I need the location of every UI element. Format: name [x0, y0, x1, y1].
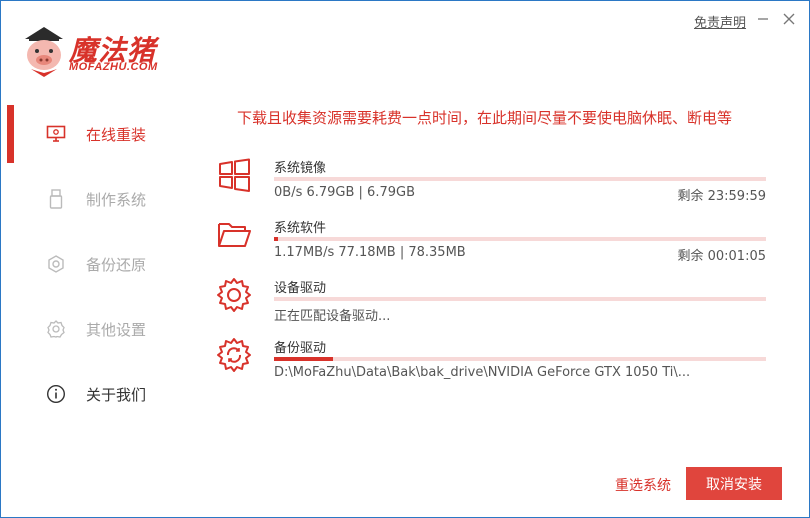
- task-remaining: 剩余 23:59:59: [677, 189, 766, 204]
- task-name: 系统软件: [274, 221, 327, 236]
- sidebar-item-label: 其他设置: [86, 320, 147, 339]
- close-button[interactable]: [777, 7, 801, 31]
- task-detail: 1.17MB/s 77.18MB | 78.35MB: [274, 245, 466, 260]
- brand-subtitle: MOFAZHU.COM: [69, 61, 158, 73]
- task-name: 系统镜像: [274, 161, 327, 176]
- usb-icon: [45, 188, 67, 210]
- disclaimer-link[interactable]: 免责声明: [694, 12, 746, 31]
- task-backup-driver: 备份驱动 D:\MoFaZhu\Data\Bak\bak_drive\NVIDI…: [215, 336, 775, 396]
- progress-fill: [274, 357, 334, 361]
- task-detail: D:\MoFaZhu\Data\Bak\bak_drive\NVIDIA GeF…: [274, 365, 691, 380]
- minimize-icon: [758, 18, 768, 20]
- cancel-install-button[interactable]: 取消安装: [686, 467, 782, 500]
- sidebar-item-online-reinstall[interactable]: 在线重装: [1, 105, 201, 163]
- pig-mascot-icon: [25, 27, 63, 77]
- task-name: 备份驱动: [274, 341, 327, 356]
- gear-icon: [45, 318, 67, 340]
- task-device-driver: 设备驱动 正在匹配设备驱动...: [215, 276, 775, 336]
- backup-driver-icon: [217, 338, 251, 372]
- monitor-icon: [45, 123, 67, 145]
- progress-track: [274, 237, 766, 241]
- task-detail: 0B/s 6.79GB | 6.79GB: [274, 185, 415, 200]
- installer-window: 魔法猪 MOFAZHU.COM 免责声明 在线重装 制作系统 备份还原 其他设置…: [0, 0, 810, 518]
- task-system-image: 系统镜像 0B/s 6.79GB | 6.79GB 剩余 23:59:59: [215, 156, 775, 216]
- task-detail: 正在匹配设备驱动...: [274, 309, 391, 324]
- task-system-software: 系统软件 1.17MB/s 77.18MB | 78.35MB 剩余 00:01…: [215, 216, 775, 276]
- sidebar-item-about-us[interactable]: 关于我们: [1, 365, 201, 423]
- sidebar-item-other-settings[interactable]: 其他设置: [1, 300, 201, 358]
- windows-icon: [219, 158, 250, 192]
- minimize-button[interactable]: [751, 7, 775, 31]
- sidebar-item-label: 关于我们: [86, 385, 147, 404]
- brand-logo: 魔法猪 MOFAZHU.COM: [21, 25, 191, 79]
- task-name: 设备驱动: [274, 281, 327, 296]
- close-icon: [783, 13, 795, 25]
- active-indicator: [7, 105, 14, 163]
- backup-icon: [45, 253, 67, 275]
- progress-track: [274, 357, 766, 361]
- progress-track: [274, 297, 766, 301]
- sidebar-item-backup-restore[interactable]: 备份还原: [1, 235, 201, 293]
- device-driver-icon: [217, 278, 251, 312]
- progress-fill: [274, 237, 278, 241]
- sidebar-item-label: 在线重装: [86, 125, 147, 144]
- sidebar-item-make-system[interactable]: 制作系统: [1, 170, 201, 228]
- sidebar-item-label: 制作系统: [86, 190, 147, 209]
- progress-track: [274, 177, 766, 181]
- info-icon: [45, 383, 67, 405]
- folder-icon: [218, 223, 251, 247]
- task-remaining: 剩余 00:01:05: [677, 249, 766, 264]
- sidebar-item-label: 备份还原: [86, 255, 147, 274]
- reselect-system-link[interactable]: 重选系统: [615, 475, 671, 495]
- notice-text: 下载且收集资源需要耗费一点时间，在此期间尽量不要使电脑休眠、断电等: [237, 109, 733, 127]
